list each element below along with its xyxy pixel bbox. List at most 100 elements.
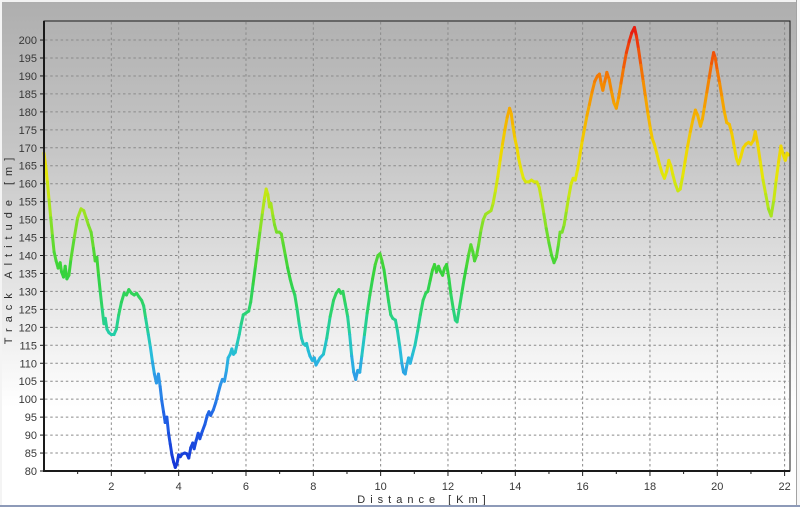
y-tick-label: 180 [19, 107, 37, 119]
track-segment [299, 324, 301, 338]
track-segment [150, 347, 152, 361]
track-segment [715, 58, 717, 71]
y-tick-label: 120 [19, 322, 37, 334]
track-segment [636, 36, 638, 49]
track-segment [384, 270, 386, 286]
track-segment [650, 128, 652, 139]
track-segment [704, 92, 706, 106]
track-segment [389, 302, 391, 315]
profile-window: 8085909510010511011512012513013514014515… [0, 0, 800, 509]
track-segment [99, 275, 101, 291]
y-tick-label: 85 [25, 448, 37, 460]
track-segment [592, 81, 595, 92]
track-segment [702, 106, 704, 119]
y-tick-label: 140 [19, 251, 37, 263]
y-tick-label: 200 [19, 35, 37, 47]
track-segment [348, 317, 350, 335]
track-segment [517, 148, 519, 159]
x-tick-label: 6 [243, 481, 249, 493]
track-segment [556, 245, 558, 258]
track-segment [415, 331, 418, 345]
track-segment [585, 115, 587, 128]
track-segment [503, 130, 505, 144]
track-segment [505, 117, 507, 130]
track-segment [367, 295, 370, 313]
track-segment [766, 194, 769, 208]
track-segment [542, 200, 544, 214]
track-segment [734, 146, 736, 159]
track-segment [253, 266, 255, 284]
track-segment [479, 230, 481, 244]
track-segment [774, 180, 776, 200]
track-segment [148, 335, 150, 348]
track-segment [162, 401, 164, 412]
y-tick-label: 165 [19, 161, 37, 173]
track-segment [720, 83, 722, 97]
track-segment [297, 309, 299, 323]
track-segment [49, 200, 51, 218]
track-segment [760, 162, 763, 180]
track-segment [288, 268, 290, 279]
track-segment [609, 80, 611, 93]
y-tick-label: 155 [19, 197, 37, 209]
track-segment [459, 293, 461, 307]
track-segment [755, 132, 757, 145]
track-segment [144, 306, 146, 319]
track-segment [477, 245, 479, 256]
track-segment [51, 218, 53, 236]
track-segment [169, 433, 171, 444]
track-segment [511, 114, 513, 127]
x-tick-label: 4 [176, 481, 182, 493]
track-segment [283, 243, 285, 256]
track-segment [430, 270, 432, 281]
track-segment [680, 177, 682, 190]
x-tick-label: 8 [310, 481, 316, 493]
track-segment [685, 146, 688, 162]
track-segment [386, 286, 388, 302]
x-tick-label: 16 [577, 481, 589, 493]
track-segment [544, 214, 546, 228]
y-tick-label: 135 [19, 268, 37, 280]
y-tick-label: 90 [25, 430, 37, 442]
track-segment [657, 153, 660, 164]
track-segment [397, 331, 399, 347]
track-segment [495, 177, 497, 191]
track-segment [255, 248, 257, 266]
track-segment [91, 232, 93, 248]
y-tick-label: 170 [19, 143, 37, 155]
track-segment [343, 291, 345, 304]
track-segment [251, 284, 253, 302]
track-segment [688, 132, 691, 146]
track-segment [160, 387, 162, 401]
track-segment [763, 180, 766, 194]
track-segment [100, 291, 102, 309]
track-segment [641, 65, 643, 81]
grid-layer [45, 22, 789, 470]
track-segment [519, 159, 521, 170]
track-segment [119, 302, 122, 315]
x-tick-label: 12 [442, 481, 454, 493]
y-tick-label: 190 [19, 71, 37, 83]
track-segment [481, 220, 483, 231]
track-segment [345, 304, 347, 317]
track-segment [707, 78, 709, 92]
axes-layer: 8085909510010511011512012513013514014515… [19, 21, 791, 493]
track-segment [327, 317, 330, 339]
track-segment [616, 97, 618, 108]
track-segment [449, 279, 451, 295]
track-segment [420, 300, 423, 314]
track-segment [258, 230, 260, 248]
track-segment [295, 295, 297, 309]
track-segment [546, 229, 549, 243]
track-segment [97, 257, 99, 275]
track-segment [539, 187, 541, 200]
x-tick-label: 2 [108, 481, 114, 493]
x-tick-label: 18 [644, 481, 656, 493]
track-segment [776, 162, 778, 180]
track-segment [69, 259, 71, 275]
track-segment [639, 49, 641, 65]
track-segment [758, 144, 761, 162]
track-segment [239, 324, 241, 335]
y-tick-label: 195 [19, 53, 37, 65]
x-tick-label: 14 [509, 481, 521, 493]
